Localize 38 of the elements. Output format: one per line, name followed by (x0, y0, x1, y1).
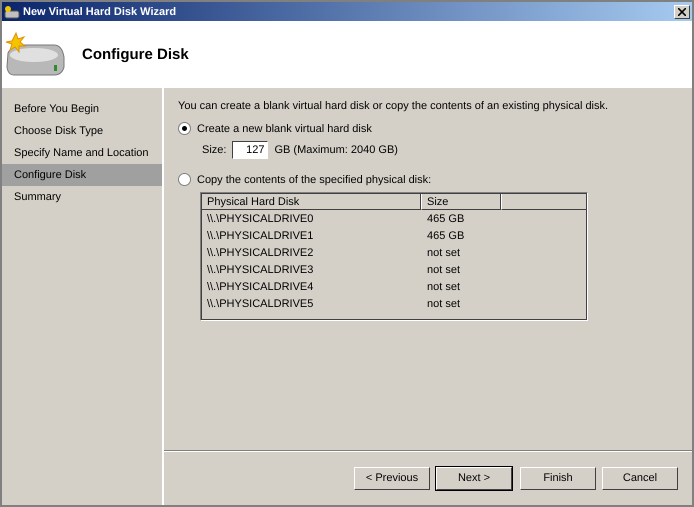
close-button[interactable] (674, 4, 690, 18)
table-cell-text: 465 GB (426, 212, 464, 224)
wizard-button[interactable]: Next > (436, 466, 512, 490)
table-cell-text: 465 GB (426, 230, 464, 242)
size-label: Size: (202, 144, 226, 156)
column-header[interactable]: Physical Hard Disk (201, 193, 421, 210)
window-title: New Virtual Hard Disk Wizard (23, 6, 178, 18)
radio-label[interactable]: Copy the contents of the specified physical disk: (197, 174, 432, 186)
table-cell-text: not set (426, 298, 460, 310)
table-cell-text: not set (426, 280, 460, 292)
radio-button[interactable] (178, 173, 191, 186)
wizard-button[interactable]: < Previous (354, 466, 430, 490)
table-cell-text: \\.\PHYSICALDRIVE4 (206, 280, 314, 292)
radio-label[interactable]: Create a new blank virtual hard disk (197, 122, 372, 134)
sidebar-item[interactable]: Specify Name and Location (2, 142, 162, 164)
empty-column-header[interactable] (501, 193, 587, 210)
wizard-button[interactable]: Finish (520, 466, 596, 490)
column-header[interactable]: Size (421, 193, 501, 210)
radio-button[interactable] (178, 122, 191, 135)
close-icon (678, 8, 686, 16)
sidebar-item[interactable]: Configure Disk (2, 164, 162, 186)
size-unit: GB (Maximum: 2040 GB) (274, 144, 398, 156)
sidebar-item[interactable]: Summary (2, 186, 162, 208)
disk-icon (4, 4, 20, 18)
page-title: Configure Disk (82, 46, 189, 62)
sidebar-item[interactable]: Choose Disk Type (2, 120, 162, 142)
table-cell-text: \\.\PHYSICALDRIVE1 (206, 230, 314, 242)
table-cell-text: not set (426, 246, 460, 258)
size-field[interactable]: 127 (232, 141, 268, 159)
sidebar-item[interactable]: Before You Begin (2, 98, 162, 120)
hard-disk-icon (4, 31, 66, 77)
intro-text: You can create a blank virtual hard disk or copy the contents of an existing physical disk. (178, 100, 610, 112)
table-cell-text: \\.\PHYSICALDRIVE3 (206, 264, 314, 276)
table-cell-text: not set (426, 264, 460, 276)
table-cell-text: \\.\PHYSICALDRIVE2 (206, 246, 314, 258)
table-cell-text: \\.\PHYSICALDRIVE0 (206, 212, 314, 224)
table-cell-text: \\.\PHYSICALDRIVE5 (206, 298, 314, 310)
wizard-button[interactable]: Cancel (602, 466, 678, 490)
